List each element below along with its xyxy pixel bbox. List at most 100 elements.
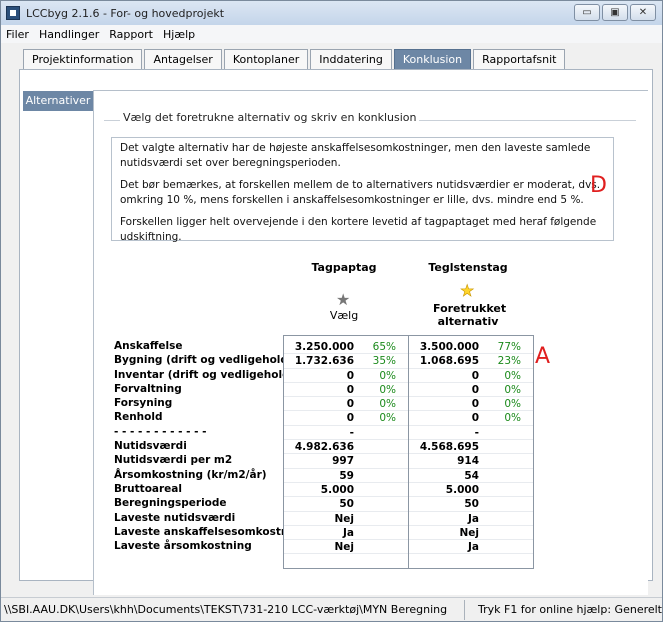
- value-row: 0 0%: [284, 369, 408, 383]
- sub-tab-alternativer[interactable]: Alternativer: [23, 91, 93, 111]
- value-row: 1.732.636 35%: [284, 354, 408, 369]
- percent-cell: 65%: [372, 341, 396, 353]
- app-window: LCCbyg 2.1.6 - For- og hovedprojekt ▭ ▣ …: [0, 0, 663, 622]
- row-label: Nutidsværdi: [114, 440, 187, 453]
- value-row: 3.500.000 77%: [409, 340, 533, 355]
- row-label: Inventar (drift og vedligehold): [114, 368, 295, 381]
- value-row: 4.568.695: [409, 440, 533, 455]
- maximize-button[interactable]: ▣: [602, 4, 628, 21]
- minimize-button[interactable]: ▭: [574, 4, 600, 21]
- percent-cell: [481, 483, 521, 496]
- tab-projektinformation[interactable]: Projektinformation: [23, 49, 143, 69]
- percent-cell: 0%: [504, 412, 521, 425]
- menu-filer[interactable]: Filer: [1, 28, 34, 41]
- percent-cell: 23%: [497, 355, 521, 368]
- percent-cell: [481, 426, 521, 439]
- value-row: 50: [284, 497, 408, 512]
- gold-star-icon[interactable]: ★: [460, 281, 475, 301]
- value-cell: Nej: [459, 526, 479, 539]
- value-row: 50: [409, 497, 533, 512]
- value-row: 0 0%: [409, 411, 533, 426]
- value-cell: 0: [346, 412, 354, 425]
- value-row: -: [409, 426, 533, 441]
- value-cell: 0: [471, 383, 479, 396]
- percent-cell: [481, 440, 521, 453]
- conclusion-paragraph-1: Det valgte alternativ har de højeste ans…: [120, 142, 591, 169]
- value-row: Ja: [409, 512, 533, 526]
- window-controls: ▭ ▣ ✕: [574, 4, 656, 21]
- conclusion-textbox[interactable]: Det valgte alternativ har de højeste ans…: [111, 137, 614, 243]
- row-label: Årsomkostning (kr/m2/år): [114, 468, 267, 481]
- value-row: 5.000: [284, 483, 408, 498]
- value-cell: 50: [339, 498, 354, 511]
- value-cell: Ja: [343, 526, 354, 539]
- window-title: LCCbyg 2.1.6 - For- og hovedprojekt: [26, 6, 225, 20]
- menu-hjaelp[interactable]: Hjælp: [158, 28, 200, 41]
- value-row: 914: [409, 454, 533, 469]
- value-cell: 59: [339, 469, 354, 482]
- row-label: Anskaffelse: [114, 340, 183, 352]
- percent-cell: [481, 512, 521, 525]
- tab-konklusion[interactable]: Konklusion: [393, 49, 472, 69]
- tab-kontoplaner[interactable]: Kontoplaner: [223, 49, 309, 69]
- percent-cell: [356, 440, 396, 453]
- tab-antagelser[interactable]: Antagelser: [144, 49, 222, 69]
- row-label: Forvaltning: [114, 382, 182, 395]
- group-label: Vælg det foretrukne alternativ og skriv …: [120, 111, 420, 124]
- percent-cell: 35%: [372, 355, 396, 368]
- value-cell: 0: [471, 412, 479, 425]
- app-icon: [6, 6, 20, 20]
- value-cell: Ja: [468, 512, 479, 525]
- value-cell: 3.500.000: [419, 341, 479, 353]
- value-row: 0 0%: [409, 383, 533, 398]
- percent-cell: [481, 540, 521, 553]
- close-button[interactable]: ✕: [630, 4, 656, 21]
- value-cell: Nej: [334, 512, 354, 525]
- menu-rapport[interactable]: Rapport: [104, 28, 158, 41]
- percent-cell: 77%: [497, 341, 521, 353]
- row-label: Bygning (drift og vedligehold): [114, 354, 293, 367]
- percent-cell: 0%: [379, 398, 396, 411]
- percent-cell: [481, 497, 521, 510]
- marker-d: D: [590, 173, 607, 198]
- row-label: Laveste anskaffelsesomkostning: [114, 525, 307, 538]
- alternative-2-values: 3.500.000 77% 1.068.695 23% 0 0% 0 0% 0 0% 0 0% - 4.5…: [408, 335, 534, 569]
- status-help: Tryk F1 for online hjælp: Generelt: [477, 603, 662, 616]
- percent-cell: 0%: [379, 383, 396, 396]
- percent-cell: [481, 454, 521, 467]
- percent-cell: [356, 497, 396, 510]
- percent-cell: [481, 526, 521, 539]
- value-row: 1.068.695 23%: [409, 354, 533, 369]
- value-row: 5.000: [409, 483, 533, 498]
- conclusion-paragraph-2: Det bør bemærkes, at forskellen mellem d…: [120, 179, 601, 206]
- value-cell: -: [349, 426, 354, 439]
- menu-bar: Filer Handlinger Rapport Hjælp: [1, 25, 662, 43]
- value-cell: 914: [457, 455, 479, 468]
- value-row: Nej: [284, 540, 408, 555]
- value-row: 54: [409, 469, 533, 483]
- row-label: Laveste årsomkostning: [114, 540, 252, 553]
- value-cell: 4.982.636: [294, 441, 354, 454]
- alternative-1-values: 3.250.000 65% 1.732.636 35% 0 0% 0 0% 0 0% 0 0% - 4.9…: [283, 335, 409, 569]
- percent-cell: [356, 540, 396, 553]
- value-row: Ja: [284, 526, 408, 541]
- percent-cell: 0%: [379, 369, 396, 382]
- value-row: 0 0%: [409, 397, 533, 412]
- row-label: Renhold: [114, 411, 163, 424]
- tab-inddatering[interactable]: Inddatering: [310, 49, 392, 69]
- value-row: Ja: [409, 540, 533, 555]
- tab-rapportafsnit[interactable]: Rapportafsnit: [473, 49, 566, 69]
- value-row: 4.982.636: [284, 440, 408, 455]
- title-bar: LCCbyg 2.1.6 - For- og hovedprojekt ▭ ▣ …: [1, 1, 662, 25]
- value-row: Nej: [284, 512, 408, 526]
- menu-handlinger[interactable]: Handlinger: [34, 28, 104, 41]
- percent-cell: [356, 426, 396, 439]
- value-row: 0 0%: [284, 383, 408, 398]
- status-path: \\SBI.AAU.DK\Users\khh\Documents\TEKST\7…: [1, 599, 465, 620]
- value-cell: 3.250.000: [294, 341, 354, 353]
- status-bar: \\SBI.AAU.DK\Users\khh\Documents\TEKST\7…: [1, 597, 662, 621]
- percent-cell: [481, 469, 521, 482]
- grey-star-icon[interactable]: ★: [336, 290, 350, 309]
- value-cell: 0: [346, 369, 354, 382]
- value-cell: Nej: [334, 541, 354, 554]
